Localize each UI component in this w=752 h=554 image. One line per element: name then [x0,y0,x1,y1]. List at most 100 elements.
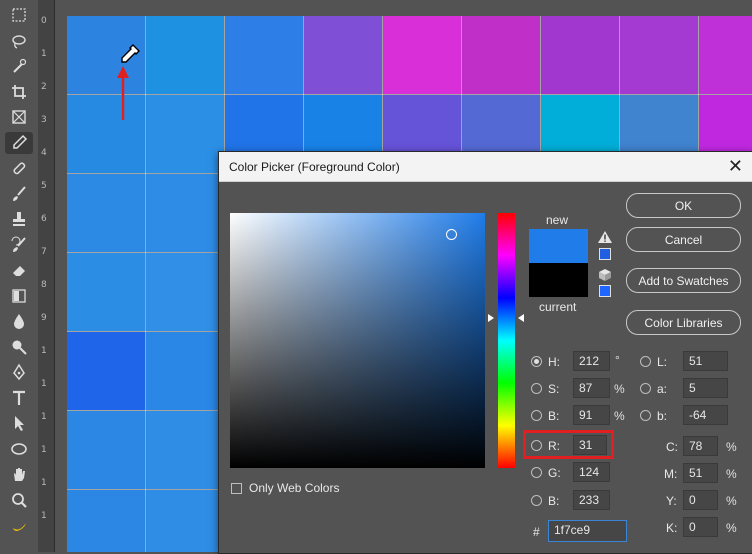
cancel-button[interactable]: Cancel [626,227,741,252]
dodge-icon[interactable] [5,336,33,358]
color-field-cursor[interactable] [446,229,457,240]
canvas-cell [145,410,225,490]
ruler-tick-label: 9 [41,313,47,323]
history-brush-icon[interactable] [5,234,33,256]
label-h: H: [548,355,560,369]
canvas-cell [382,16,462,95]
radio-h[interactable] [531,356,542,367]
out-of-gamut-warning-icon[interactable] [598,231,612,243]
dialog-titlebar[interactable]: Color Picker (Foreground Color) ✕ [219,152,752,182]
web-safe-cube-icon[interactable] [599,269,611,281]
field-h[interactable]: 212 [573,351,610,371]
canvas-cell [145,331,225,411]
field-a[interactable]: 5 [683,378,728,398]
hue-slider-right-arrow[interactable] [518,314,524,322]
radio-s[interactable] [531,383,542,394]
brush-icon[interactable] [5,183,33,205]
pen-icon[interactable] [5,361,33,383]
color-picker-dialog: Color Picker (Foreground Color) ✕ new cu… [218,151,752,554]
ruler-tick-label: 4 [41,148,47,158]
hex-field[interactable]: 1f7ce9 [548,520,627,542]
clone-stamp-icon[interactable] [5,208,33,230]
only-web-colors-checkbox[interactable] [231,483,242,494]
field-m[interactable]: 51 [683,463,718,483]
canvas-cell [145,252,225,332]
blur-icon[interactable] [5,310,33,332]
lasso-icon[interactable] [5,30,33,52]
hue-slider-left-arrow[interactable] [488,314,494,322]
canvas-cell [145,489,225,552]
unit-y: % [726,494,737,508]
current-color-swatch[interactable] [529,263,588,297]
radio-g[interactable] [531,467,542,478]
healing-brush-icon[interactable] [5,157,33,179]
current-label: current [539,300,577,314]
eyedropper-icon[interactable] [5,131,33,154]
radio-a[interactable] [640,383,651,394]
hue-slider[interactable] [498,213,515,468]
eyedropper-cursor-icon [121,44,140,63]
path-select-icon[interactable] [5,412,33,434]
ruler-tick-label: 1 [41,346,47,356]
vertical-ruler: 0 1 2 3 4 5 6 7 8 9 1 1 1 1 1 1 [38,0,55,552]
radio-b-brightness[interactable] [531,410,542,421]
unit-s: % [614,382,625,396]
radio-b-blue[interactable] [531,495,542,506]
eraser-icon[interactable] [5,259,33,281]
ruler-tick-label: 1 [41,412,47,422]
color-libraries-button[interactable]: Color Libraries [626,310,741,335]
color-field[interactable] [230,213,485,468]
canvas-cell [67,252,146,332]
radio-l[interactable] [640,356,651,367]
web-color-swatch[interactable] [599,285,611,297]
field-g[interactable]: 124 [573,462,610,482]
annotation-arrow [117,66,129,120]
gradient-icon[interactable] [5,285,33,307]
zoom-icon[interactable] [5,489,33,511]
radio-r[interactable] [531,440,542,451]
unit-m: % [726,467,737,481]
radio-b-lab[interactable] [640,410,651,421]
ruler-tick-label: 3 [41,115,47,125]
field-b-lab[interactable]: -64 [683,405,728,425]
canvas-cell [67,94,146,174]
field-k[interactable]: 0 [683,517,718,537]
field-l[interactable]: 51 [683,351,728,371]
crop-icon[interactable] [5,81,33,103]
marquee-icon[interactable] [5,4,33,26]
dialog-title: Color Picker (Foreground Color) [229,160,400,174]
field-b-blue[interactable]: 233 [573,490,610,510]
ok-button[interactable]: OK [626,193,741,218]
unit-h: ° [615,353,620,367]
hand-icon[interactable] [5,463,33,485]
label-b-blue: B: [548,494,560,508]
label-k: K: [666,521,678,535]
field-y[interactable]: 0 [683,490,718,510]
type-icon[interactable] [5,387,33,409]
ellipse-icon[interactable] [5,438,33,460]
field-c[interactable]: 78 [683,436,718,456]
canvas-cell [224,16,304,95]
gamut-color-swatch[interactable] [599,248,611,260]
label-y: Y: [666,494,677,508]
field-s[interactable]: 87 [573,378,610,398]
canvas-cell [698,16,752,95]
quick-select-icon[interactable] [5,55,33,77]
label-c: C: [666,440,678,454]
ruler-tick-label: 8 [41,280,47,290]
add-to-swatches-button[interactable]: Add to Swatches [626,268,741,293]
canvas-cell [461,16,541,95]
close-icon[interactable]: ✕ [728,156,743,176]
canvas-cell [145,173,225,253]
ruler-tick-label: 1 [41,49,47,59]
label-a: a: [657,382,668,396]
ruler-tick-label: 1 [41,478,47,488]
field-b-brightness[interactable]: 91 [573,405,610,425]
ruler-tick-label: 2 [41,82,47,92]
frame-icon[interactable] [5,106,33,128]
label-g: G: [548,466,561,480]
banana-icon[interactable] [5,514,33,536]
field-r[interactable]: 31 [573,435,607,455]
canvas-cell [67,173,146,253]
hex-label: # [533,525,540,539]
